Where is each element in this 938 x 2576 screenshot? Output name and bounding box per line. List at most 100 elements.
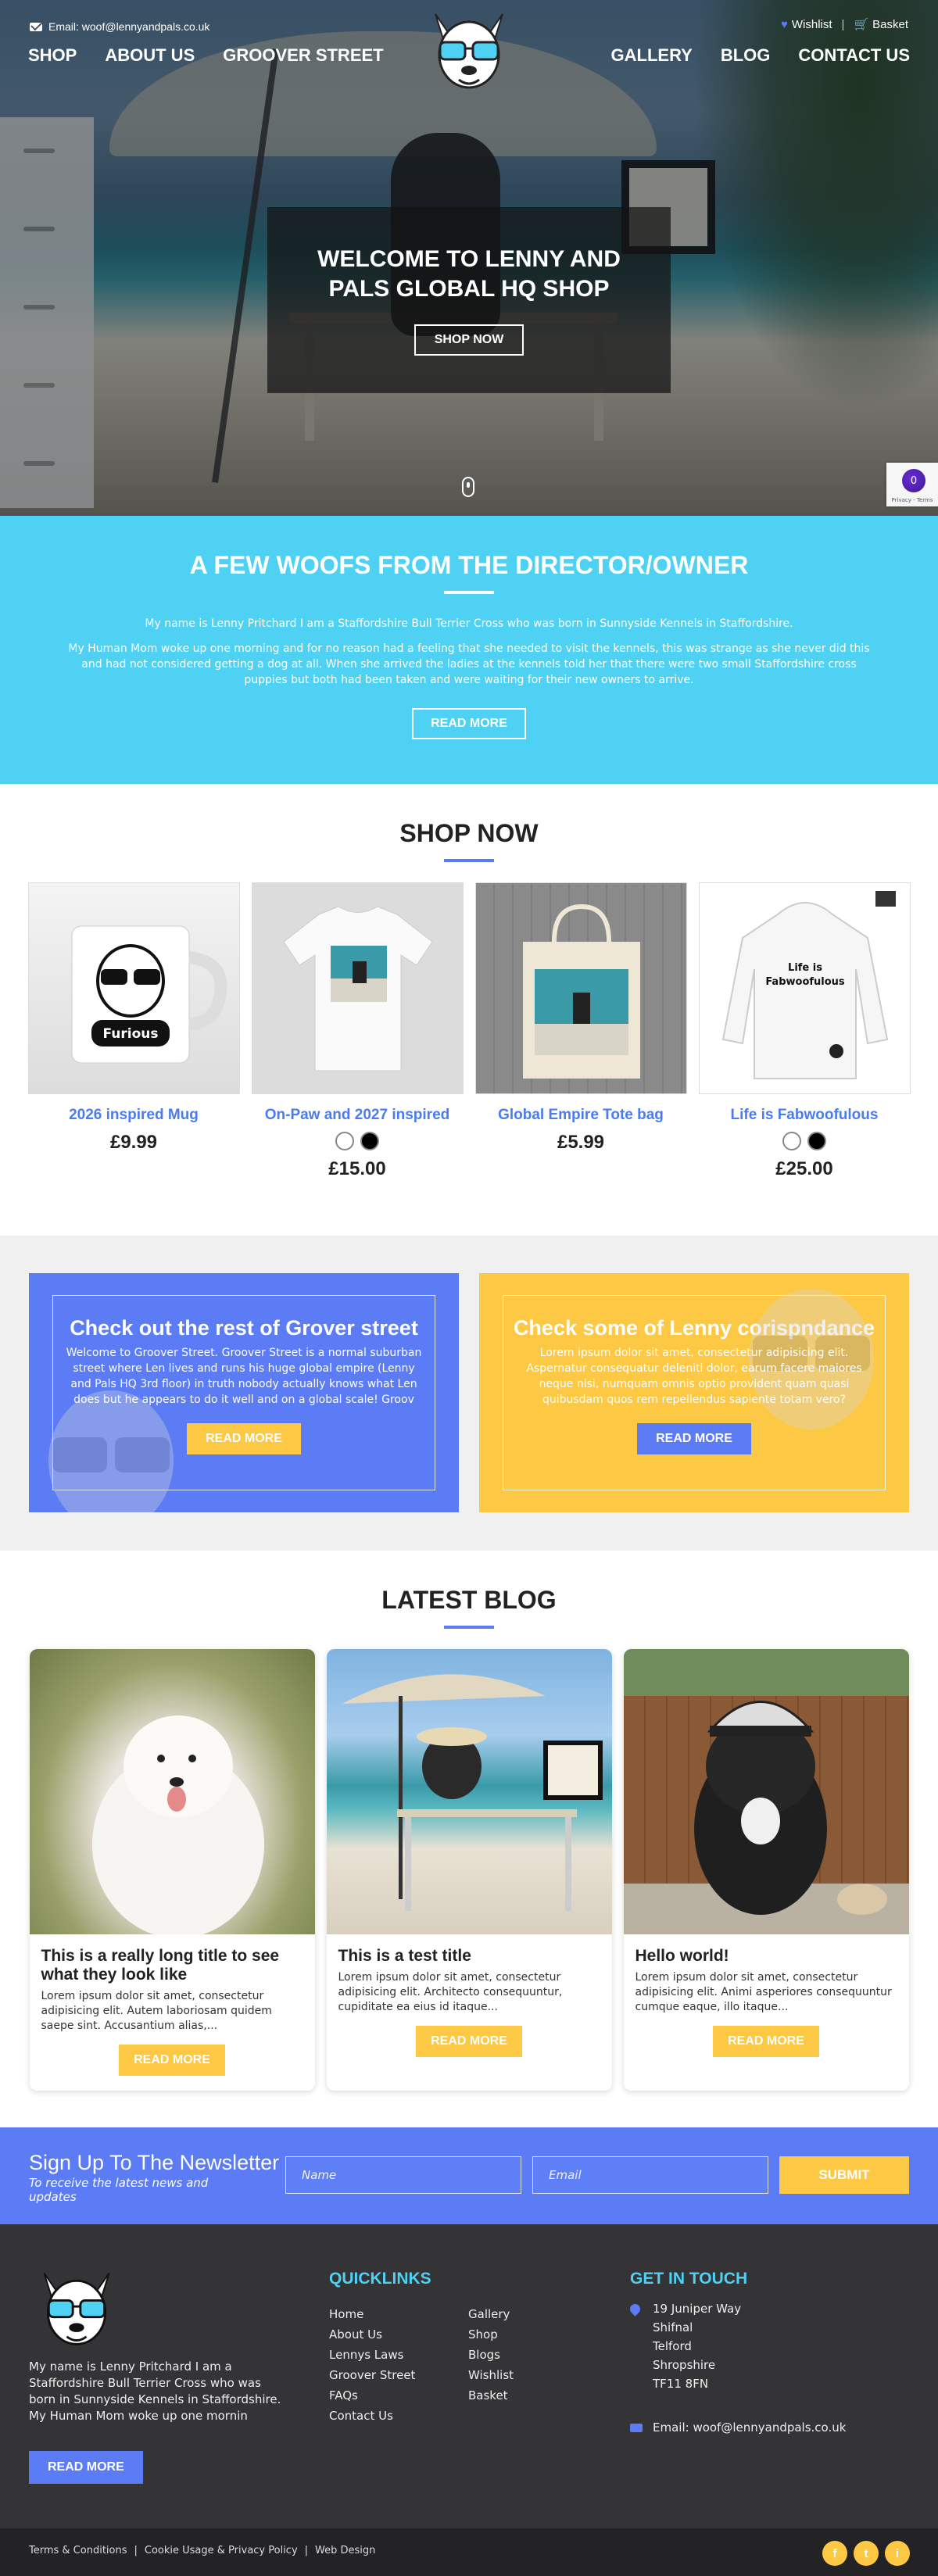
- color-swatches: [252, 1132, 464, 1150]
- terms-link[interactable]: Terms & Conditions: [29, 2545, 127, 2556]
- nav-contact-us[interactable]: CONTACT US: [798, 45, 910, 66]
- footer-link-blogs[interactable]: Blogs: [468, 2345, 514, 2365]
- blog-post-title[interactable]: Hello world!: [635, 1947, 897, 1966]
- blog-read-more-button[interactable]: READ MORE: [416, 2026, 522, 2057]
- cta-text: Welcome to Groover Street. Groover Stree…: [66, 1347, 422, 1406]
- footer-link-home[interactable]: Home: [329, 2304, 415, 2324]
- product-card[interactable]: Global Empire Tote bag £5.99: [474, 882, 687, 1180]
- cta-title: Check out the rest of Grover street: [70, 1316, 418, 1340]
- footer-link-about-us[interactable]: About Us: [329, 2324, 415, 2345]
- blog-read-more-button[interactable]: READ MORE: [713, 2026, 819, 2057]
- cta-text: Lorem ipsum dolor sit amet, consectetur …: [526, 1347, 862, 1406]
- footer-link-basket[interactable]: Basket: [468, 2385, 514, 2406]
- product-name[interactable]: Global Empire Tote bag: [475, 1107, 687, 1124]
- privacy-link[interactable]: Cookie Usage & Privacy Policy: [145, 2545, 298, 2556]
- mug-image[interactable]: Furious: [27, 882, 240, 1094]
- tshirt-image[interactable]: [251, 882, 464, 1094]
- nav-blog[interactable]: BLOG: [721, 45, 771, 66]
- recaptcha-count: 0: [902, 469, 925, 492]
- blog-section: LATEST BLOG This is a really long title …: [0, 1551, 938, 2127]
- newsletter-submit-button[interactable]: SUBMIT: [779, 2156, 909, 2194]
- product-name[interactable]: On-Paw and 2027 inspired: [252, 1107, 464, 1124]
- cta-read-more-button[interactable]: READ MORE: [187, 1423, 301, 1454]
- legal-links: Terms & Conditions | Cookie Usage & Privac…: [29, 2545, 375, 2556]
- wishlist-label: Wishlist: [791, 17, 832, 31]
- newsletter-section: Sign Up To The Newsletter To receive the…: [0, 2127, 938, 2224]
- newsletter-subtitle: To receive the latest news and updates: [29, 2176, 209, 2204]
- hoodie-graphic: Life is Fabwoofulous: [721, 891, 896, 1079]
- envelope-icon: [630, 2424, 643, 2432]
- separator: |: [134, 2545, 138, 2556]
- swatch-black[interactable]: [807, 1132, 826, 1150]
- product-name[interactable]: Life is Fabwoofulous: [699, 1107, 911, 1124]
- footer-email-link[interactable]: Email: woof@lennyandpals.co.uk: [653, 2418, 846, 2437]
- white-dog-graphic: [91, 1716, 264, 1934]
- bottom-bar: Terms & Conditions | Cookie Usage & Privac…: [0, 2528, 938, 2576]
- web-design-link[interactable]: Web Design: [315, 2545, 375, 2556]
- shop-now-button[interactable]: SHOP NOW: [414, 324, 524, 356]
- product-price: £25.00: [775, 1158, 833, 1179]
- scroll-down-icon[interactable]: [462, 477, 474, 497]
- product-name[interactable]: 2026 inspired Mug: [28, 1107, 240, 1124]
- footer-link-lennys-laws[interactable]: Lennys Laws: [329, 2345, 415, 2365]
- blog-post-title[interactable]: This is a test title: [338, 1947, 600, 1966]
- blog-card[interactable]: This is a really long title to see what …: [29, 1649, 315, 2091]
- product-price: £5.99: [557, 1132, 605, 1153]
- dog-hat-graphic: [623, 1649, 909, 1934]
- blog-image-white-dog[interactable]: [29, 1649, 315, 1934]
- footer-link-gallery[interactable]: Gallery: [468, 2304, 514, 2324]
- blog-image-dog-with-hat[interactable]: [623, 1649, 909, 1934]
- color-swatches: [699, 1132, 911, 1150]
- blog-read-more-button[interactable]: READ MORE: [119, 2045, 225, 2076]
- quicklinks-column-1: Home About Us Lennys Laws Groover Street…: [329, 2304, 415, 2426]
- nav-groover-street[interactable]: GROOVER STREET: [223, 45, 383, 66]
- blog-post-title[interactable]: This is a really long title to see what …: [41, 1947, 303, 1984]
- swatch-white[interactable]: [335, 1132, 354, 1150]
- swatch-black[interactable]: [360, 1132, 379, 1150]
- blog-post-excerpt: Lorem ipsum dolor sit amet, consectetur …: [635, 1971, 892, 2013]
- nav-shop[interactable]: SHOP: [28, 45, 77, 66]
- cta-read-more-button[interactable]: READ MORE: [637, 1423, 751, 1454]
- newsletter-email-input[interactable]: [532, 2156, 768, 2194]
- product-card[interactable]: On-Paw and 2027 inspired £15.00: [251, 882, 464, 1180]
- hoodie-image[interactable]: Life is Fabwoofulous: [698, 882, 911, 1094]
- footer-link-contact-us[interactable]: Contact Us: [329, 2406, 415, 2426]
- twitter-icon[interactable]: t: [854, 2541, 879, 2566]
- newsletter-name-input[interactable]: [285, 2156, 521, 2194]
- address-line: 19 Juniper Way: [653, 2302, 742, 2316]
- groover-street-card: Check out the rest of Grover street Welc…: [29, 1273, 459, 1512]
- title-underline: [444, 591, 494, 594]
- footer-link-faqs[interactable]: FAQs: [329, 2385, 415, 2406]
- footer-link-wishlist[interactable]: Wishlist: [468, 2365, 514, 2385]
- about-read-more-button[interactable]: READ MORE: [412, 708, 526, 739]
- swatch-white[interactable]: [782, 1132, 801, 1150]
- quicklinks-heading: QUICKLINKS: [329, 2270, 431, 2288]
- footer-logo[interactable]: [29, 2267, 124, 2352]
- envelope-icon: [30, 22, 42, 31]
- wishlist-link[interactable]: ♥ Wishlist: [781, 18, 832, 31]
- site-logo[interactable]: [420, 8, 518, 95]
- nav-gallery[interactable]: GALLERY: [611, 45, 693, 66]
- mug-graphic: Furious: [71, 925, 227, 1064]
- instagram-icon[interactable]: i: [885, 2541, 910, 2566]
- basket-label: Basket: [872, 18, 908, 31]
- blog-card[interactable]: This is a test title Lorem ipsum dolor s…: [326, 1649, 612, 2091]
- top-links: ♥ Wishlist | 🛒 Basket: [781, 17, 908, 32]
- blog-image-dog-at-desk[interactable]: [326, 1649, 612, 1934]
- basket-link[interactable]: 🛒 Basket: [854, 17, 908, 31]
- header-email-link[interactable]: Email: woof@lennyandpals.co.uk: [30, 20, 209, 33]
- nav-left: SHOP ABOUT US GROOVER STREET: [28, 45, 384, 66]
- nav-about-us[interactable]: ABOUT US: [105, 45, 195, 66]
- blog-grid: This is a really long title to see what …: [0, 1649, 938, 2091]
- tote-bag-image[interactable]: [474, 882, 687, 1094]
- facebook-icon[interactable]: f: [822, 2541, 847, 2566]
- footer-link-groover-street[interactable]: Groover Street: [329, 2365, 415, 2385]
- footer-read-more-button[interactable]: READ MORE: [29, 2451, 143, 2484]
- product-card[interactable]: Furious 2026 inspired Mug £9.99: [27, 882, 240, 1180]
- recaptcha-badge[interactable]: 0 Privacy - Terms: [886, 463, 938, 506]
- newsletter-title: Sign Up To The Newsletter: [29, 2151, 280, 2174]
- blog-card[interactable]: Hello world! Lorem ipsum dolor sit amet,…: [623, 1649, 909, 2091]
- product-card[interactable]: Life is Fabwoofulous Life is Fabwoofulou…: [698, 882, 911, 1180]
- footer-link-shop[interactable]: Shop: [468, 2324, 514, 2345]
- quicklinks-column-2: Gallery Shop Blogs Wishlist Basket: [468, 2304, 514, 2406]
